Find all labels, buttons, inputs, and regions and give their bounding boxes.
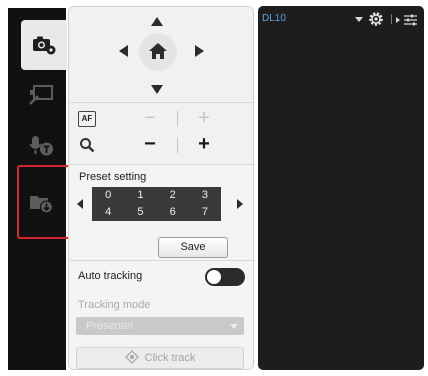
crosshair-icon xyxy=(124,349,139,367)
zoom-out-button[interactable]: − xyxy=(139,133,161,157)
focus-row: AF − + xyxy=(69,107,253,131)
arrow-up-icon[interactable] xyxy=(151,17,163,26)
camera-preview: DL10 xyxy=(258,6,424,370)
arrow-right-icon[interactable] xyxy=(195,45,204,57)
sidebar-rail xyxy=(8,8,67,370)
auto-tracking-label: Auto tracking xyxy=(78,270,143,282)
sidebar-item-recording[interactable] xyxy=(19,178,63,228)
preset-title: Preset setting xyxy=(79,171,147,183)
preset-slot[interactable]: 6 xyxy=(157,204,189,221)
ptz-control xyxy=(69,7,253,103)
microphone-t-icon xyxy=(28,134,54,156)
tracking-mode-select[interactable]: Presenter xyxy=(76,317,244,335)
zoom-in-button[interactable]: + xyxy=(193,133,215,157)
preset-slot[interactable]: 7 xyxy=(189,204,221,221)
preset-slot[interactable]: 5 xyxy=(124,204,156,221)
preset-grid: 0 1 2 3 4 5 6 7 xyxy=(92,187,221,221)
preset-setting: Preset setting 0 1 2 3 4 5 6 7 Save xyxy=(69,165,253,261)
zoom-focus-control: AF − + − + xyxy=(69,103,253,165)
click-track-label: Click track xyxy=(144,352,196,364)
zoom-row: − + xyxy=(69,133,253,157)
auto-tracking-toggle[interactable] xyxy=(205,268,245,286)
board-pen-icon xyxy=(28,84,54,106)
focus-minus-button[interactable]: − xyxy=(139,107,161,131)
tracking-mode-value: Presenter xyxy=(86,320,134,332)
click-track-button[interactable]: Click track xyxy=(76,347,244,369)
folder-download-icon xyxy=(28,192,54,214)
arrow-left-icon[interactable] xyxy=(119,45,128,57)
preset-slot[interactable]: 4 xyxy=(92,204,124,221)
gear-icon[interactable] xyxy=(368,11,384,30)
chevron-down-icon xyxy=(230,324,238,329)
sidebar-item-audio[interactable] xyxy=(19,120,63,170)
magnifier-icon xyxy=(77,135,97,155)
arrow-left-icon[interactable] xyxy=(77,199,83,209)
preset-slot[interactable]: 2 xyxy=(157,187,189,204)
camera-gear-icon xyxy=(32,35,56,55)
sliders-icon[interactable] xyxy=(396,14,418,29)
toggle-knob xyxy=(207,270,221,284)
preset-slot[interactable]: 0 xyxy=(92,187,124,204)
sidebar-item-annotation[interactable] xyxy=(19,70,63,120)
arrow-down-icon[interactable] xyxy=(151,85,163,94)
preset-slot[interactable]: 3 xyxy=(189,187,221,204)
tracking-mode-label: Tracking mode xyxy=(78,299,151,311)
camera-control-panel: AF − + − + Preset setting 0 1 2 3 4 5 6 … xyxy=(68,6,254,370)
divider xyxy=(177,111,178,127)
autofocus-button[interactable]: AF xyxy=(77,109,97,129)
sidebar-item-camera-settings[interactable] xyxy=(21,20,67,70)
arrow-right-icon[interactable] xyxy=(237,199,243,209)
divider xyxy=(177,137,178,153)
divider xyxy=(391,14,392,24)
autofocus-icon: AF xyxy=(78,111,96,127)
home-button[interactable] xyxy=(139,33,177,71)
home-icon xyxy=(148,42,168,63)
device-name: DL10 xyxy=(262,13,286,24)
preset-slot[interactable]: 1 xyxy=(124,187,156,204)
chevron-down-icon[interactable] xyxy=(355,17,363,22)
tracking-settings: Auto tracking Tracking mode Presenter Cl… xyxy=(69,261,253,369)
save-button[interactable]: Save xyxy=(158,237,228,258)
focus-plus-button[interactable]: + xyxy=(193,107,215,131)
